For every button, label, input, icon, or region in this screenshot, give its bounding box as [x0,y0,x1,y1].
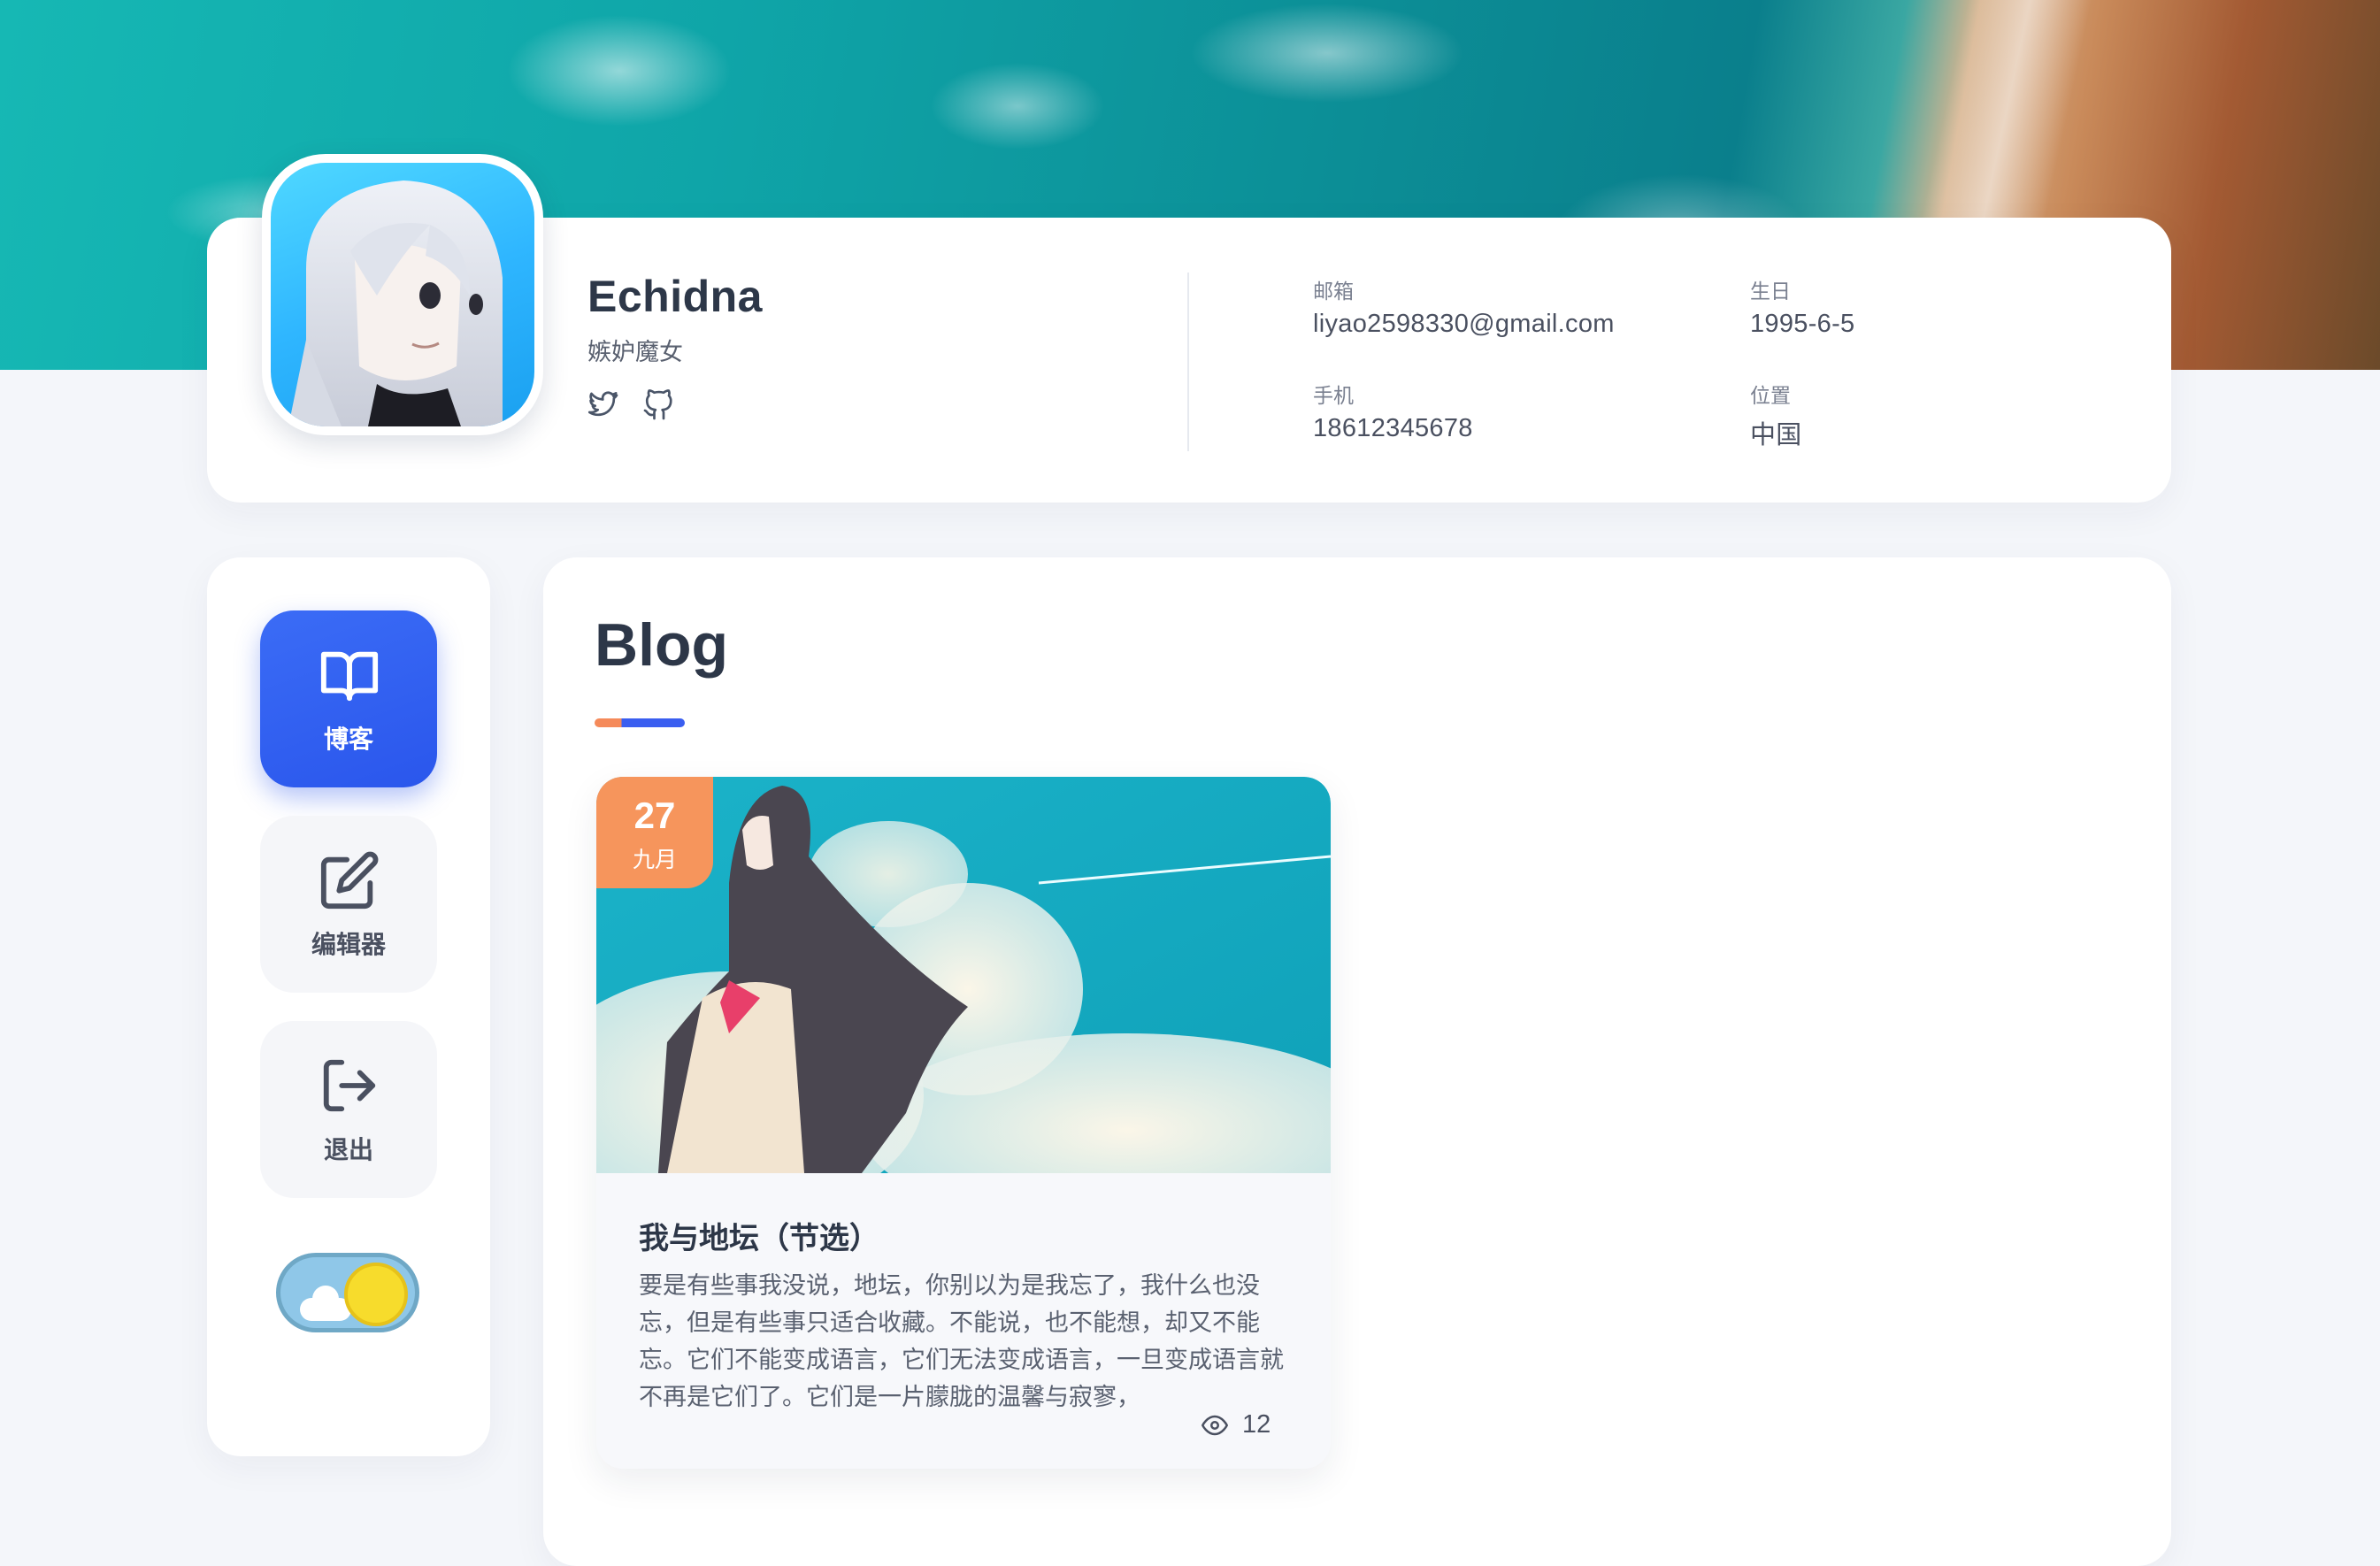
location-label: 位置 [1750,384,1791,407]
birthday-label: 生日 [1750,280,1791,303]
nav-item-blog[interactable]: 博客 [260,610,437,787]
post-title[interactable]: 我与地坛（节选） [639,1214,879,1257]
nav-item-editor[interactable]: 编辑器 [260,816,437,993]
post-date-month: 九月 [632,848,677,872]
avatar-image [271,163,534,426]
nav-item-label: 退出 [323,1136,373,1163]
location-value: 中国 [1750,421,1802,449]
post-date-day: 27 [633,795,676,836]
post-date-badge: 27 九月 [596,777,713,888]
email-label: 邮箱 [1313,280,1354,303]
avatar [262,154,543,435]
cloud-icon [300,1286,351,1321]
logout-icon [323,1059,376,1112]
phone-label: 手机 [1313,384,1354,407]
eye-icon [1202,1415,1228,1436]
nav-item-label: 博客 [323,725,373,753]
profile-divider [1187,273,1189,451]
page-title: Blog [595,611,729,679]
sun-icon [344,1263,408,1326]
nav-item-label: 编辑器 [311,931,386,958]
phone-value: 18612345678 [1313,414,1473,442]
twitter-icon[interactable] [587,389,619,421]
email-value: liyao2598330@gmail.com [1313,310,1615,338]
post-view-count: 12 [1242,1410,1271,1439]
nav-item-logout[interactable]: 退出 [260,1021,437,1198]
profile-subtitle: 嫉妒魔女 [587,339,683,365]
github-icon[interactable] [642,389,674,421]
profile-name: Echidna [587,272,763,321]
birthday-value: 1995-6-5 [1750,310,1855,338]
post-excerpt: 要是有些事我没说，地坛，你别以为是我忘了，我什么也没忘，但是有些事只适合收藏。不… [639,1272,1284,1410]
title-underline [595,718,685,727]
theme-toggle[interactable] [276,1253,419,1332]
edit-icon [320,851,379,910]
post-views: 12 [1200,1409,1297,1444]
book-open-icon [320,651,379,702]
